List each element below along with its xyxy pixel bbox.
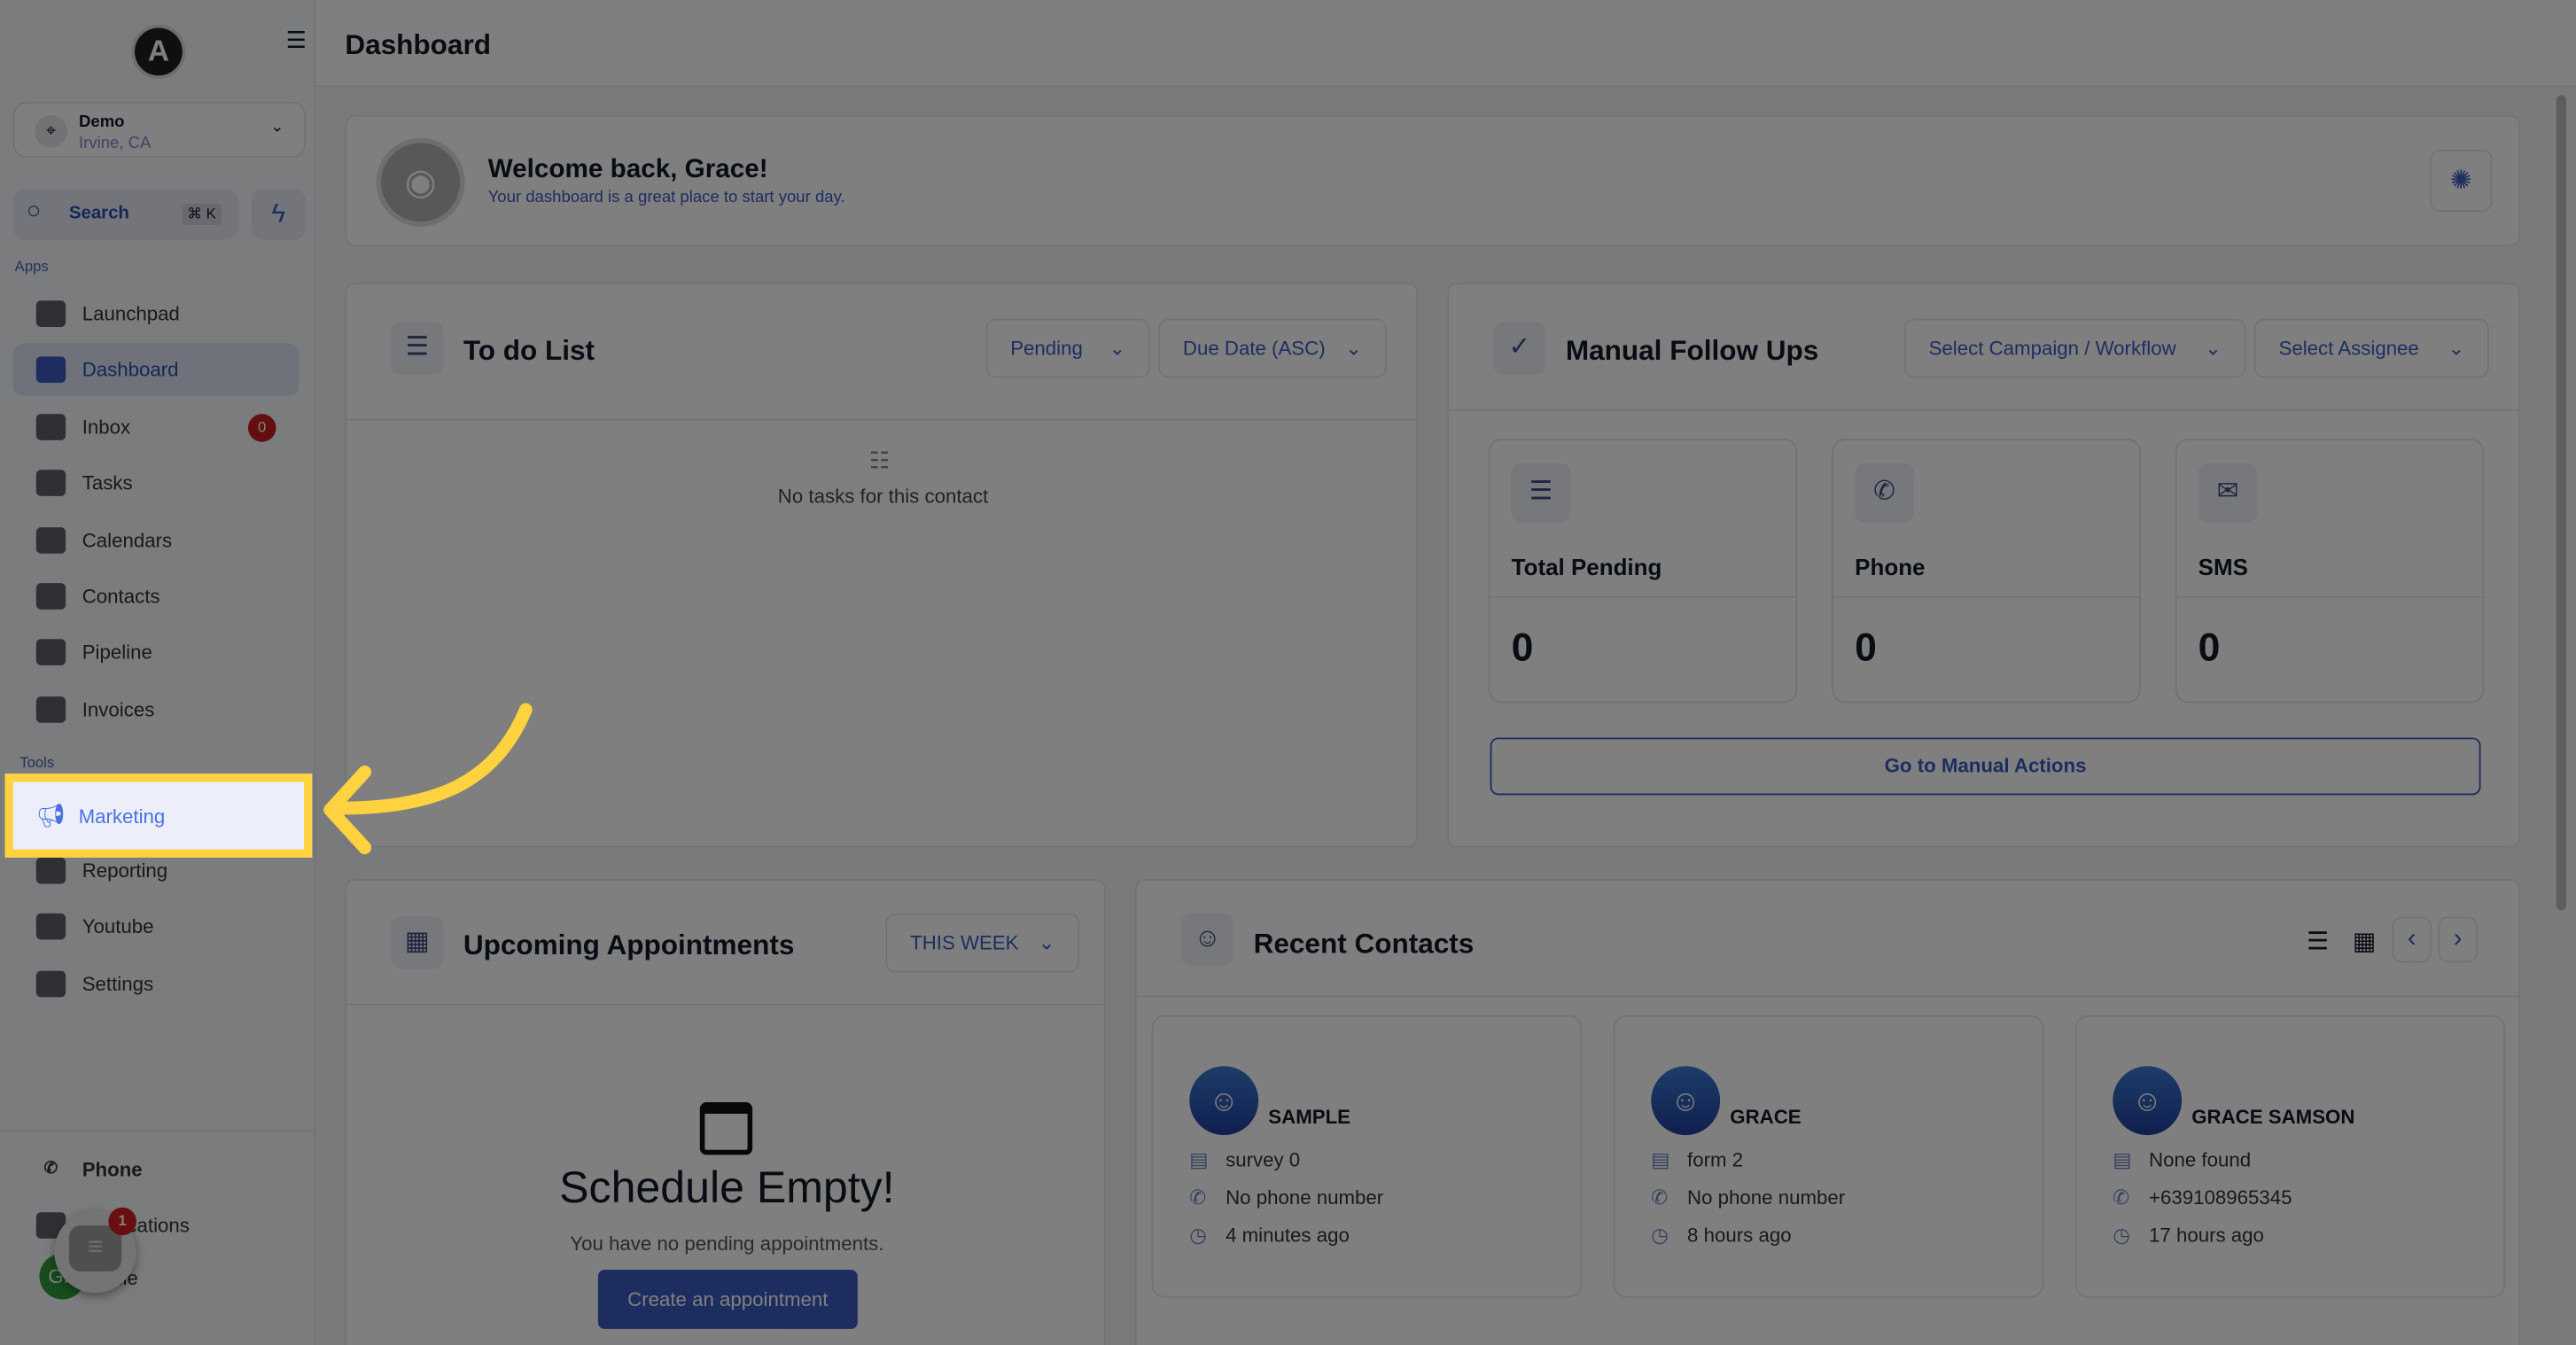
app: A ☰ ⌖ Demo Irvine, CA ⌄ ○ Search ⌘ K ϟ A…: [0, 0, 2576, 1345]
pointer-arrow: [323, 703, 533, 855]
arrow-shaft: [330, 703, 533, 815]
